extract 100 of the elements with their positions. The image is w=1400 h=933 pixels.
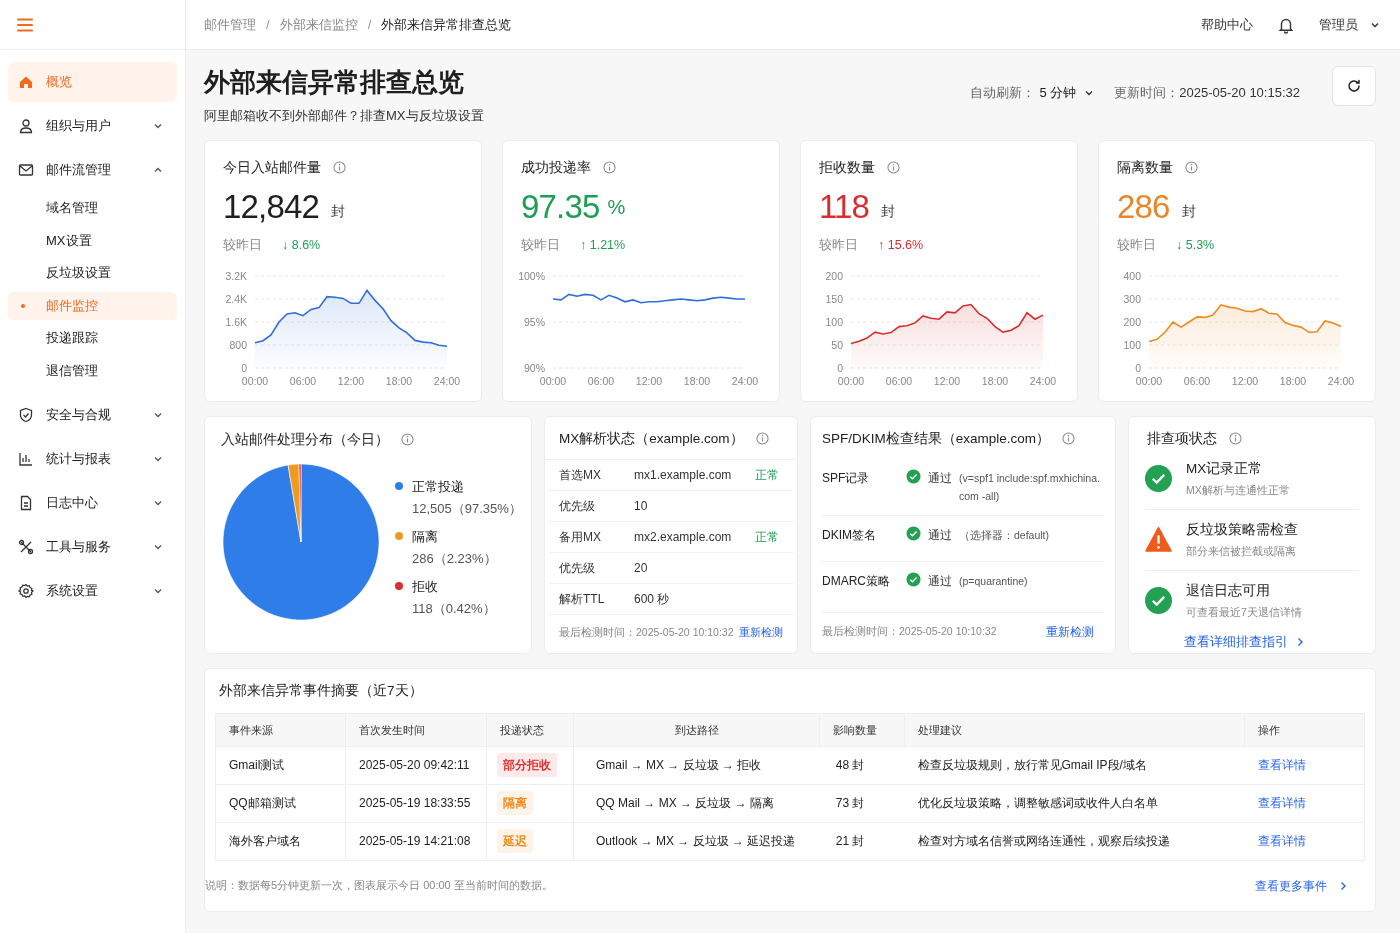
stat-title: 今日入站邮件量 [223, 157, 321, 177]
check-circle-icon [906, 468, 921, 484]
check-item-description: 可查看最近7天退信详情 [1186, 605, 1302, 620]
sidebar-subitem[interactable]: 退信管理 [8, 356, 177, 385]
axis-tick-label: 95% [524, 315, 545, 328]
page-subtitle: 阿里邮箱收不到外部邮件？排查MX与反垃圾设置 [204, 107, 484, 125]
recheck-link[interactable]: 重新检测 [739, 624, 783, 641]
table-cell: 2025-05-19 18:33:55 [345, 784, 487, 823]
auto-refresh-dropdown[interactable]: 5 分钟 [1039, 83, 1095, 103]
help-link[interactable]: 帮助中心 [1201, 14, 1253, 35]
axis-tick-label: 00:00 [539, 375, 567, 388]
table-cell: 2025-05-19 14:21:08 [345, 822, 487, 861]
check-item-title: 反垃圾策略需检查 [1186, 520, 1298, 539]
axis-tick-label: 50 [831, 338, 843, 351]
user-icon [18, 118, 34, 134]
axis-tick-label: 200 [1123, 315, 1141, 328]
stat-title: 拒收数量 [819, 157, 875, 177]
compare-label: 较昨日 [223, 236, 262, 254]
check-label: SPF记录 [822, 469, 871, 487]
column-header: 投递状态 [486, 713, 574, 747]
auto-refresh-label: 自动刷新： [970, 84, 1036, 103]
breadcrumb-link[interactable]: 邮件管理 [204, 14, 256, 35]
home-icon [18, 74, 34, 90]
axis-tick-label: 12:00 [933, 375, 961, 388]
status-tag: 延迟 [497, 829, 533, 854]
field-label: 优先级 [559, 559, 596, 577]
field-value: 20 [634, 559, 649, 577]
shield-icon [18, 407, 34, 423]
more-events-link[interactable]: 查看更多事件 [1255, 876, 1347, 895]
table-cell: 检查反垃圾规则，放行常见Gmail IP段/域名 [904, 746, 1245, 785]
bar-chart-icon [18, 451, 34, 467]
check-detail: (v=spf1 include:spf.mxhichina.com -all) [959, 470, 1101, 504]
compare-label: 较昨日 [819, 236, 858, 254]
user-menu[interactable]: 管理员 [1319, 14, 1380, 35]
info-icon[interactable] [1062, 432, 1076, 446]
recheck-link[interactable]: 重新检测 [1046, 622, 1094, 641]
sidebar-subitem[interactable]: 反垃圾设置 [8, 259, 177, 287]
sidebar-item[interactable]: 组织与用户 [8, 106, 177, 146]
axis-tick-label: 100 [1123, 338, 1141, 351]
change-value: ↑ 1.21% [580, 236, 626, 254]
sidebar-item[interactable]: 系统设置 [8, 571, 177, 611]
axis-tick-label: 18:00 [1279, 375, 1307, 388]
change-value: ↑ 15.6% [878, 236, 924, 254]
breadcrumb-link[interactable]: 外部来信监控 [279, 14, 358, 35]
check-circle-icon [1145, 465, 1172, 493]
legend-label: 拒收 [412, 577, 438, 596]
sidebar-item[interactable]: 日志中心 [8, 483, 177, 523]
table-cell: 2025-05-20 09:42:11 [345, 746, 487, 785]
column-header: 到达路径 [573, 713, 820, 747]
stat-unit: 封 [331, 201, 345, 221]
info-icon[interactable] [333, 160, 346, 174]
axis-tick-label: 0 [1135, 361, 1141, 374]
sidebar-subitem[interactable]: 投递跟踪 [8, 324, 177, 352]
sidebar-item[interactable]: 安全与合规 [8, 395, 177, 435]
check-circle-icon [906, 525, 921, 541]
breadcrumb-link[interactable]: 外部来信异常排查总览 [381, 14, 512, 35]
info-icon[interactable] [401, 432, 414, 446]
table-cell: Outlook → MX → 反垃圾 → 延迟投递 [573, 822, 820, 861]
sidebar-subitem[interactable]: MX设置 [8, 226, 177, 255]
stat-value: 12,842 [223, 187, 319, 226]
refresh-button[interactable] [1332, 66, 1376, 106]
axis-tick-label: 24:00 [1029, 375, 1057, 388]
axis-tick-label: 18:00 [385, 375, 413, 388]
axis-tick-label: 150 [825, 292, 843, 305]
info-icon[interactable] [1229, 432, 1242, 446]
check-label: DKIM签名 [822, 526, 877, 544]
check-item-title: 退信日志可用 [1186, 581, 1271, 600]
axis-tick-label: 1.6K [225, 315, 247, 328]
guide-link[interactable]: 查看详细排查指引 [1145, 632, 1343, 652]
view-details-link[interactable]: 查看详情 [1257, 758, 1306, 773]
sidebar-subitem[interactable]: 域名管理 [8, 194, 177, 222]
axis-tick-label: 800 [229, 338, 247, 351]
legend-value: 286（2.23%） [411, 550, 498, 568]
column-header: 处理建议 [904, 713, 1245, 747]
table-cell: QQ Mail → MX → 反垃圾 → 隔离 [573, 784, 820, 823]
view-details-link[interactable]: 查看详情 [1257, 834, 1306, 849]
view-details-link[interactable]: 查看详情 [1257, 796, 1306, 811]
legend-label: 正常投递 [412, 477, 464, 496]
card-title: 入站邮件处理分布（今日） [221, 429, 389, 449]
info-icon[interactable] [603, 160, 616, 174]
axis-tick-label: 06:00 [885, 375, 913, 388]
status-text: 正常 [755, 466, 779, 484]
settings-icon [18, 583, 34, 599]
info-icon[interactable] [887, 160, 900, 174]
info-icon[interactable] [1185, 160, 1198, 174]
sidebar-item[interactable]: 工具与服务 [8, 527, 177, 567]
last-check-time: 最后检测时间：2025-05-20 10:10:32 [822, 623, 997, 639]
chevron-down-icon [1084, 88, 1095, 98]
axis-tick-label: 06:00 [587, 375, 615, 388]
field-value: mx2.example.com [634, 528, 733, 546]
stat-value: 97.35 [521, 187, 600, 226]
field-value: 10 [634, 497, 649, 515]
sidebar-item[interactable]: 统计与报表 [8, 439, 177, 479]
sidebar-item[interactable]: 邮件流管理 [8, 150, 177, 190]
field-value: mx1.example.com [634, 466, 733, 484]
axis-tick-label: 24:00 [731, 375, 759, 388]
stat-unit: 封 [1181, 201, 1196, 221]
compare-label: 较昨日 [1117, 236, 1156, 254]
info-icon[interactable] [755, 432, 769, 446]
status-tag: 隔离 [497, 791, 533, 816]
